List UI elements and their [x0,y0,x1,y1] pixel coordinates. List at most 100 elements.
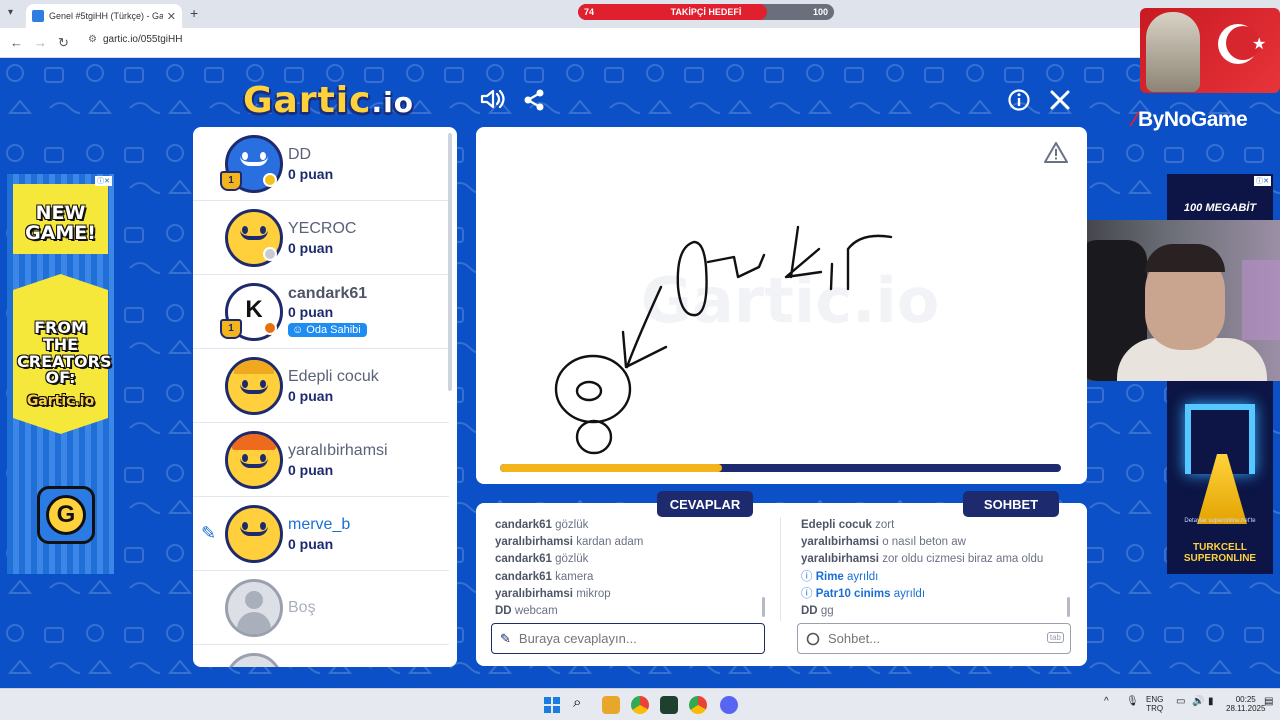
answer-input[interactable] [518,631,719,646]
round-timer-bar [500,464,1061,472]
chat-tab[interactable]: SOHBET [963,491,1059,517]
answers-message: candark61 gözlük [495,517,765,534]
player-row[interactable]: K 1 candark61 0 puan ☺ Oda Sahibi [193,275,449,349]
tray-chevron-icon[interactable]: ^ [1104,697,1109,707]
star-icon: ★ [1252,36,1267,53]
follower-goal-label: TAKİPÇİ HEDEFİ [670,7,742,17]
players-scrollbar[interactable] [448,133,452,391]
webcam-shelf [1242,260,1280,340]
avatar-smile [240,384,268,394]
clock-time: 00:25 [1235,695,1256,704]
chrome-icon[interactable] [631,696,649,714]
sound-icon[interactable] [480,88,506,110]
player-row[interactable]: Boş [193,571,449,645]
player-row[interactable] [193,645,449,667]
battery-icon[interactable]: ▮ [1208,697,1214,707]
tab-search-icon[interactable]: ▾ [8,7,13,18]
player-row[interactable]: YECROC 0 puan [193,201,449,275]
notification-icon[interactable]: ▤ [1264,697,1273,707]
player-row[interactable]: Edepli cocuk 0 puan [193,349,449,423]
trophy-icon: 1 [220,171,242,191]
message-text: gözlük [555,553,589,566]
message-text: ayrıldı [893,587,926,600]
bynogame-mark-icon: ⁄ [1133,108,1137,131]
webcam-hair [1145,244,1225,272]
info-icon: ⓘ [801,570,816,583]
ad-brand: TURKCELL SUPERONLINE [1183,542,1257,564]
ad-choices-icon[interactable]: ⓘ✕ [95,176,112,186]
chat-scrollbar[interactable] [1067,597,1070,617]
language-indicator[interactable]: ENG TRQ [1146,695,1163,713]
clock[interactable]: 00:25 28.11.2025 [1226,695,1265,713]
canvas-drawing: Gartic.io [554,225,939,455]
ad-new-game-text: NEW GAME! [25,202,96,244]
discord-icon[interactable] [720,696,738,714]
player-name: DD [288,146,312,163]
answers-tab[interactable]: CEVAPLAR [657,491,753,517]
message-text: gg [820,605,834,618]
answer-input-box[interactable]: ✎ [491,623,765,654]
chat-bubble-icon [806,632,820,645]
windows-start-icon[interactable] [544,697,560,713]
chat-input-box[interactable]: tab [797,623,1071,654]
report-warning-icon[interactable] [1044,141,1068,163]
player-name: Edepli cocuk [288,368,379,385]
url-field[interactable]: ⚙ gartic.io/055tgiHH [88,34,182,45]
answers-message: yaralıbirhamsi mikrop [495,586,765,603]
player-row[interactable]: yaralıbirhamsi 0 puan [193,423,449,497]
avatar-body [237,612,271,634]
player-score: 0 puan [288,462,334,478]
app-icon[interactable] [660,696,678,714]
player-score: 0 puan [288,388,334,404]
message-user: Patr10 cinims [815,587,891,600]
avatar-smile [240,526,268,536]
chat-message: yaralıbirhamsi o nasıl beton aw [801,534,1066,551]
left-advertisement[interactable]: NEW GAME! FROM THE CREATORS OF: Gartic.i… [7,174,114,574]
message-text: webcam [514,605,558,618]
chat-message: Edepli cocuk zort [801,517,1066,534]
trophy-icon: 1 [220,319,242,339]
search-icon[interactable]: ⌕ [573,694,591,712]
microphone-icon[interactable]: 🎙 [1126,697,1139,707]
answers-chat-panel: CEVAPLAR SOHBET candark61 gözlük yaralıbi… [476,491,1087,666]
player-row[interactable]: 1 DD 0 puan [193,127,449,201]
info-icon: ⓘ [801,587,816,600]
message-text: zor oldu cizmesi biraz ama oldu [882,553,1044,566]
volume-icon[interactable]: 🔊 [1192,697,1204,707]
site-settings-icon[interactable]: ⚙ [88,34,97,45]
app-letter: G [46,495,86,535]
drawing-canvas[interactable]: Gartic.io [476,127,1087,484]
close-icon[interactable] [1048,88,1072,112]
new-tab-button[interactable]: + [190,5,198,21]
ad-brand-text: Gartic.io [26,393,95,409]
file-explorer-icon[interactable] [602,696,620,714]
logo-suffix: .io [371,86,414,119]
room-owner-label: Oda Sahibi [306,324,361,336]
round-timer-fill [500,464,722,472]
empty-slot-label: Boş [288,599,316,616]
reload-icon[interactable]: ↻ [58,35,69,51]
player-name: candark61 [288,285,368,302]
ad-choices-icon[interactable]: ⓘ✕ [1254,176,1271,186]
browser-tab[interactable]: Genel #5tgiHH (Türkçe) - Gartic ✕ [26,4,182,28]
avatar-head [245,591,263,609]
avatar-smile [240,156,268,166]
chat-message: yaralıbirhamsi zor oldu cizmesi biraz am… [801,551,1066,568]
avatar [225,505,283,563]
tab-close-icon[interactable]: ✕ [167,10,176,23]
share-icon[interactable] [522,88,546,112]
panel-divider [780,517,781,621]
pencil-icon: ✎ [500,630,511,646]
portrait-image [1146,12,1200,92]
forward-icon[interactable]: → [34,35,47,50]
message-text: mikrop [576,587,611,600]
chat-input[interactable] [828,631,1028,646]
player-row[interactable]: ✎ merve_b 0 puan [193,497,449,571]
answers-scrollbar[interactable] [762,597,765,617]
network-icon[interactable]: ▭ [1176,697,1185,707]
ad-headline: 100 MEGABİT [1183,202,1257,214]
chrome-active-icon[interactable] [689,696,707,714]
info-icon[interactable] [1007,88,1031,112]
back-icon[interactable]: ← [10,35,23,50]
answers-list: candark61 gözlük yaralıbirhamsi kardan ad… [495,517,765,619]
